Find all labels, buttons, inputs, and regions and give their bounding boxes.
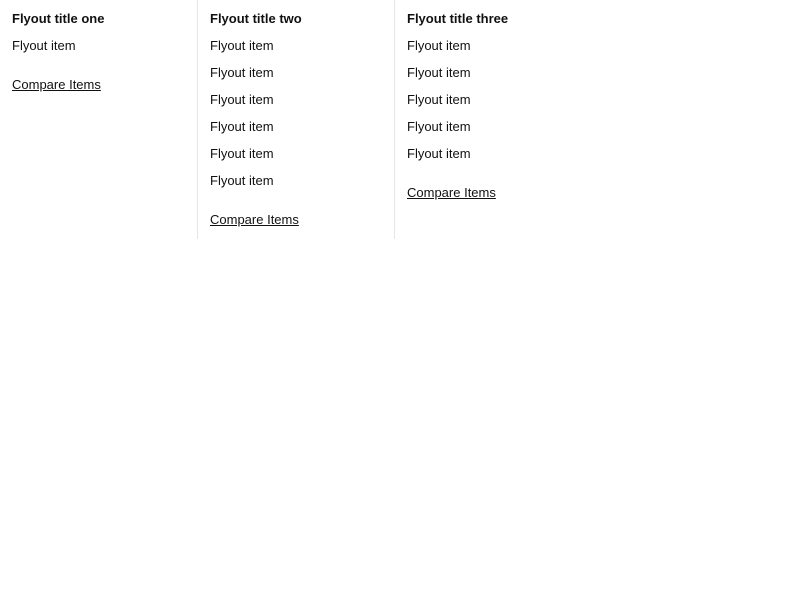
flyout-column-three: Flyout title three Flyout item Flyout it… <box>394 0 591 239</box>
flyout-item[interactable]: Flyout item <box>210 145 382 163</box>
flyout-title: Flyout title two <box>210 11 302 26</box>
flyout-menu: Flyout title one Flyout item Compare Ite… <box>0 0 591 239</box>
flyout-item[interactable]: Flyout item <box>407 64 579 82</box>
compare-items-link[interactable]: Compare Items <box>210 211 299 229</box>
flyout-title: Flyout title three <box>407 11 509 26</box>
flyout-item[interactable]: Flyout item <box>407 91 579 109</box>
flyout-item[interactable]: Flyout item <box>210 91 382 109</box>
flyout-column-two: Flyout title two Flyout item Flyout item… <box>197 0 394 239</box>
flyout-item[interactable]: Flyout item <box>12 37 185 55</box>
flyout-list: Flyout item Flyout item Flyout item Flyo… <box>407 37 579 163</box>
flyout-item[interactable]: Flyout item <box>407 145 579 163</box>
flyout-column-one: Flyout title one Flyout item Compare Ite… <box>0 0 197 239</box>
flyout-item[interactable]: Flyout item <box>210 172 382 190</box>
flyout-item[interactable]: Flyout item <box>407 37 579 55</box>
flyout-item[interactable]: Flyout item <box>210 118 382 136</box>
flyout-item[interactable]: Flyout item <box>210 64 382 82</box>
flyout-title: Flyout title one <box>12 11 105 26</box>
flyout-list: Flyout item <box>12 37 185 55</box>
flyout-item[interactable]: Flyout item <box>407 118 579 136</box>
compare-items-link[interactable]: Compare Items <box>12 76 101 94</box>
flyout-list: Flyout item Flyout item Flyout item Flyo… <box>210 37 382 190</box>
compare-items-link[interactable]: Compare Items <box>407 184 496 202</box>
flyout-item[interactable]: Flyout item <box>210 37 382 55</box>
